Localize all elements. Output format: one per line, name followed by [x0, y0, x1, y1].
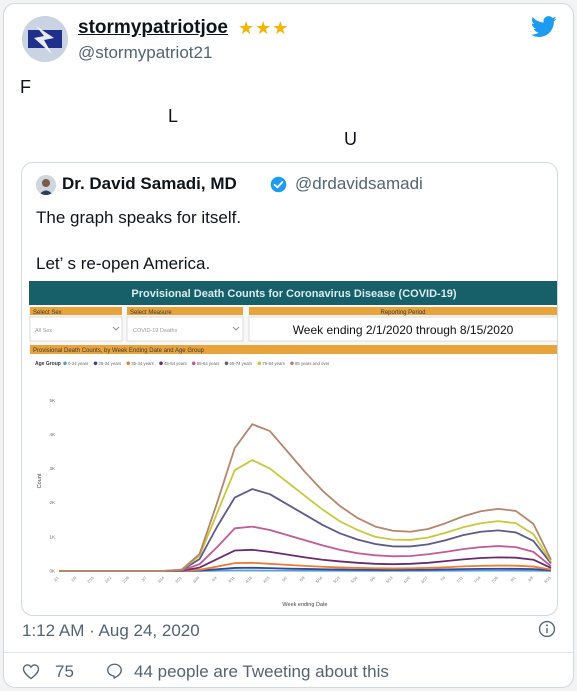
legend-entry: 45-54 years — [164, 361, 187, 366]
legend-entry: 25-34 years — [99, 361, 122, 366]
y-tick-label: 4K — [49, 432, 55, 437]
quoted-text-line: Let’ s re-open America. — [36, 254, 211, 273]
legend-entry: 75-84 years — [262, 361, 285, 366]
quoted-author-handle[interactable]: @drdavidsamadi — [295, 174, 423, 194]
tweet-timestamp[interactable]: 1:12 AM · Aug 24, 2020 — [22, 621, 200, 641]
y-tick-label: 2K — [49, 500, 55, 505]
chart-image[interactable]: Provisional Death Counts for Coronavirus… — [29, 281, 558, 611]
legend-swatch — [63, 361, 67, 366]
tweet-text-letter: F — [20, 77, 31, 97]
quoted-text-line: The graph speaks for itself. — [36, 208, 242, 227]
y-tick-label: 1K — [49, 534, 55, 539]
legend-swatch — [93, 361, 98, 366]
reply-bubble-icon[interactable] — [105, 662, 124, 680]
y-tick-label: 5K — [49, 398, 55, 403]
quoted-tweet[interactable]: Dr. David Samadi, MD @drdavidsamadi The … — [21, 162, 558, 616]
like-count[interactable]: 75 — [55, 662, 74, 682]
y-tick-label: 3K — [49, 466, 55, 471]
chart-subtitle: Provisional Death Counts, by Week Ending… — [33, 348, 205, 354]
tweet-text-letter: U — [344, 129, 357, 149]
legend-swatch — [224, 361, 229, 366]
divider — [4, 652, 573, 653]
legend-entry: 35-44 years — [131, 361, 154, 366]
dashboard-title: Provisional Death Counts for Coronavirus… — [131, 288, 457, 300]
tweeting-about-link[interactable]: 44 people are Tweeting about this — [134, 662, 389, 682]
legend-swatch — [191, 361, 196, 366]
select-measure-value: COVID-19 Deaths — [133, 328, 178, 334]
tweet-text-letter: L — [168, 106, 179, 126]
legend-label: Age Group — [35, 361, 61, 367]
reporting-period-label: Reporting Period — [380, 310, 425, 316]
author-name[interactable]: stormypatriotjoe — [78, 17, 228, 39]
x-axis-label: Week ending Date — [282, 602, 327, 608]
quoted-author-name[interactable]: Dr. David Samadi, MD — [62, 174, 237, 194]
y-axis-label: Count — [37, 473, 43, 488]
tweet-card[interactable]: stormypatriotjoe ★★★ @stormypatriot21 F … — [3, 3, 574, 688]
select-measure-label: Select Measure — [130, 310, 172, 316]
legend-swatch — [290, 361, 294, 366]
legend-swatch — [257, 361, 262, 366]
verified-badge-icon — [270, 176, 287, 193]
author-avatar[interactable] — [22, 16, 68, 62]
legend-entry: 65-74 years — [230, 361, 253, 366]
author-handle[interactable]: @stormypatriot21 — [78, 43, 212, 63]
select-sex-value: All Sex — [35, 328, 52, 334]
reporting-period-value: Week ending 2/1/2020 through 8/15/2020 — [293, 323, 514, 337]
twitter-bird-icon[interactable] — [531, 16, 557, 38]
star-badges: ★★★ — [238, 18, 290, 38]
legend-swatch — [126, 361, 131, 366]
legend-entry: 55-64 years — [197, 361, 220, 366]
quoted-author-avatar[interactable] — [36, 175, 56, 195]
info-icon[interactable] — [538, 620, 556, 638]
legend-entry: 85 years and over — [295, 361, 330, 366]
y-tick-label: 0K — [49, 569, 55, 574]
legend-entry: 0-24 years — [68, 361, 88, 366]
heart-icon[interactable] — [22, 663, 40, 680]
legend-swatch — [159, 361, 163, 366]
select-sex-label: Select Sex — [33, 310, 62, 316]
